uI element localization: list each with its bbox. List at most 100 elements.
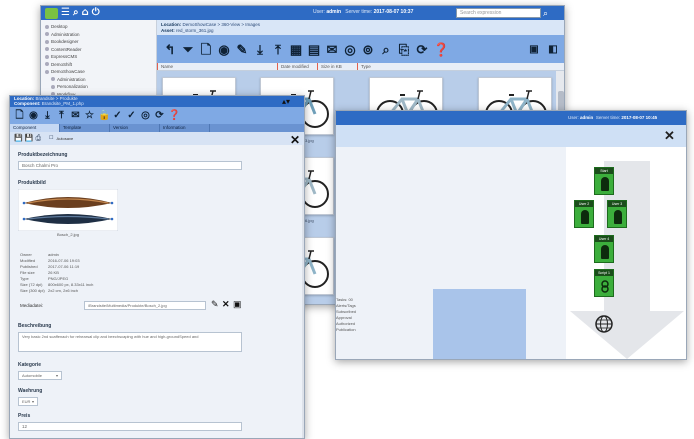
produktbild-label: Produktbild bbox=[18, 180, 46, 186]
globe-icon[interactable] bbox=[594, 314, 614, 334]
search-icon[interactable]: ⌕ bbox=[379, 43, 393, 56]
top-bar: ☰ ⌕ ⌂ ⏻ User: admin Server time: 2017-08… bbox=[41, 6, 564, 20]
vertical-scrollbar[interactable] bbox=[302, 145, 304, 438]
tree-item[interactable]: Administration bbox=[45, 31, 152, 39]
lock-icon[interactable]: 🔒 bbox=[98, 110, 110, 121]
product-image[interactable] bbox=[18, 189, 118, 231]
column-header-date[interactable]: Date modified bbox=[277, 63, 317, 70]
list-item[interactable]: Publication bbox=[336, 327, 356, 333]
produktbezeichnung-field[interactable]: Bosch Chalmi Pro bbox=[18, 161, 242, 170]
edit-icon[interactable]: ✎ bbox=[211, 300, 219, 309]
workflow-top-bar: User: admin Server time: 2017-08-07 10:4… bbox=[336, 111, 686, 125]
save-icon[interactable]: 💾 bbox=[14, 135, 23, 142]
tree-item[interactable]: Personalization bbox=[45, 83, 152, 91]
column-headers: Name Date modified Size in KB Type bbox=[157, 63, 564, 71]
asset-toolbar: ↰ ⏷ 🗋 ◉ ✎ ⤓ ⤒ ▦ ▤ ✉ ◎ ⊚ ⌕ ⎘ ⟳ ❓ ▣ ◧ bbox=[157, 35, 564, 63]
waehrung-select[interactable]: EUR ▾ bbox=[18, 397, 38, 406]
reject-icon[interactable]: ✓ bbox=[126, 110, 137, 121]
menu-icon[interactable]: ☰ bbox=[61, 8, 70, 18]
delete-icon[interactable]: ✕ bbox=[222, 300, 230, 309]
tree-item[interactable]: Bookdesigner bbox=[45, 38, 152, 46]
arrow-logo-icon[interactable] bbox=[45, 7, 58, 19]
image-icon[interactable]: ▣ bbox=[233, 300, 242, 309]
media-path-field[interactable]: /Brandsite/Multimedia/Produkte/Bosch_2.j… bbox=[84, 301, 206, 310]
calendar-icon[interactable]: ▦ bbox=[289, 43, 303, 56]
asset-label: Asset: bbox=[161, 27, 175, 33]
preview-icon[interactable]: ◉ bbox=[217, 43, 231, 56]
image-view-icon[interactable]: ▣ bbox=[527, 43, 541, 56]
mail-icon[interactable]: ✉ bbox=[70, 110, 81, 121]
save-as-icon[interactable]: 💾 bbox=[25, 135, 34, 142]
tree-item[interactable]: ContentReader bbox=[45, 46, 152, 54]
help-icon[interactable]: ❓ bbox=[168, 110, 180, 121]
filter-icon[interactable]: ⏷ bbox=[181, 43, 195, 56]
tab-component[interactable]: Component bbox=[10, 124, 60, 132]
chevron-down-icon: ▾ bbox=[55, 373, 58, 378]
mail-icon[interactable]: ✉ bbox=[325, 43, 339, 56]
close-icon[interactable]: ✕ bbox=[664, 128, 675, 144]
image-metadata: Owner admin Modified 2016-07-06 19:03 Publis… bbox=[20, 252, 93, 294]
user-info: User: admin Server time: 2017-08-07 10:3… bbox=[313, 9, 413, 15]
refresh-icon[interactable]: ⟳ bbox=[154, 110, 165, 121]
download-icon[interactable]: ⤓ bbox=[253, 43, 267, 56]
print-icon[interactable]: ⎙ bbox=[35, 135, 41, 142]
workflow-step-user-3[interactable]: User 3 bbox=[607, 200, 627, 228]
power-icon[interactable]: ⏻ bbox=[92, 8, 100, 18]
breadcrumb: Location: DemoShowCase > 360-View > Imag… bbox=[157, 20, 564, 35]
edit-icon[interactable]: ✎ bbox=[235, 43, 249, 56]
favorite-icon[interactable]: ☆ bbox=[84, 110, 95, 121]
globe-icon[interactable]: ◎ bbox=[343, 43, 357, 56]
help-icon[interactable]: ❓ bbox=[433, 43, 449, 56]
tab-information[interactable]: Information bbox=[160, 124, 210, 132]
upload-icon[interactable]: ⤒ bbox=[56, 110, 67, 121]
sidebar-toggle-icon[interactable]: ◧ bbox=[546, 43, 560, 56]
save-bar: 💾 💾 ⎙ ☐ Autosave bbox=[10, 132, 304, 145]
beschreibung-field[interactable]: Very basic 2nd scaffenach for rehearsal … bbox=[18, 332, 242, 352]
tab-template[interactable]: Template bbox=[60, 124, 110, 132]
preview-icon[interactable]: ◉ bbox=[28, 110, 39, 121]
new-document-icon[interactable]: 🗋 bbox=[14, 110, 25, 121]
refresh-icon[interactable]: ⟳ bbox=[415, 43, 429, 56]
tab-version[interactable]: Version bbox=[110, 124, 160, 132]
kategorie-select[interactable]: Automobile ▾ bbox=[18, 371, 62, 380]
navigate-arrows-icon[interactable]: ▴▾ bbox=[282, 98, 290, 106]
download-icon[interactable]: ⤓ bbox=[42, 110, 53, 121]
column-header-type[interactable]: Type bbox=[357, 63, 417, 70]
autosave-checkbox[interactable]: ☐ bbox=[49, 135, 53, 142]
workflow-step-user-4[interactable]: User 4 bbox=[594, 235, 614, 263]
metadata-key: Size (300 dpi) bbox=[20, 288, 45, 293]
new-document-icon[interactable]: 🗋 bbox=[199, 43, 213, 56]
column-header-name[interactable]: Name bbox=[157, 63, 277, 70]
tree-item[interactable]: DemoShift bbox=[45, 61, 152, 69]
location-value[interactable]: DemoShowCase > 360-View > Images bbox=[183, 22, 260, 27]
back-icon[interactable]: ↰ bbox=[163, 43, 177, 56]
workflow-window: User: admin Server time: 2017-08-07 10:4… bbox=[335, 110, 687, 360]
workflow-list: Tasks: 00 Alerts/Tags Subscribed Approva… bbox=[336, 297, 356, 333]
workflow-step-script-1[interactable]: Script 1 bbox=[594, 269, 614, 297]
tree-item[interactable]: DemoShowCase bbox=[45, 68, 152, 76]
preis-label: Preis bbox=[18, 413, 31, 419]
workflow-header-band bbox=[336, 125, 686, 147]
workflow-step-start[interactable]: Start bbox=[594, 167, 614, 195]
upload-icon[interactable]: ⤒ bbox=[271, 43, 285, 56]
globe-icon[interactable]: ◎ bbox=[140, 110, 151, 121]
preis-field[interactable]: 12 bbox=[18, 422, 242, 431]
search-button-icon[interactable]: ⌕ bbox=[543, 8, 548, 19]
accept-icon[interactable]: ✓ bbox=[112, 110, 123, 121]
search-icon[interactable]: ⌕ bbox=[73, 8, 79, 18]
tree-item[interactable]: ExpressCMS bbox=[45, 53, 152, 61]
tree-item[interactable]: Administration bbox=[45, 76, 152, 84]
workflow-step-user-2[interactable]: User 2 bbox=[574, 200, 594, 228]
user-icon bbox=[614, 210, 622, 224]
tree-item[interactable]: Desktop bbox=[45, 23, 152, 31]
user-icon bbox=[581, 210, 589, 224]
asset-details-window: Location: Brandsite > Produkte Component… bbox=[9, 95, 305, 439]
waehrung-label: Waehrung bbox=[18, 388, 43, 394]
clipboard-icon[interactable]: ▤ bbox=[307, 43, 321, 56]
produktbezeichnung-label: Produktbezeichnung bbox=[18, 152, 68, 158]
search-input[interactable]: Search expression bbox=[456, 8, 541, 18]
copy-icon[interactable]: ⎘ bbox=[397, 43, 411, 56]
home-icon[interactable]: ⌂ bbox=[82, 8, 89, 18]
column-header-size[interactable]: Size in KB bbox=[317, 63, 357, 70]
links-icon[interactable]: ⊚ bbox=[361, 43, 375, 56]
